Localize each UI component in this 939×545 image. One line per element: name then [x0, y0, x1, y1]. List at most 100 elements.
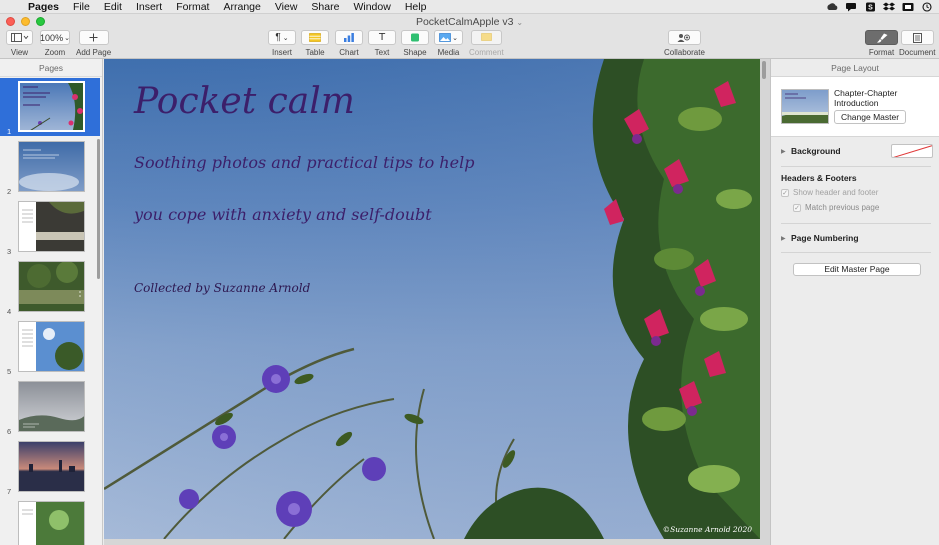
text-label: Text [374, 48, 390, 57]
zoom-dropdown[interactable]: 100% ⌄ [40, 30, 70, 45]
menu-app-name[interactable]: Pages [28, 1, 59, 13]
collaborate-people-icon [677, 34, 691, 42]
document-control[interactable]: Document [899, 30, 935, 57]
dropbox-icon[interactable] [883, 2, 895, 13]
page-numbering-label: Page Numbering [791, 233, 859, 243]
media-icon [439, 33, 451, 42]
pages-scrollbar[interactable] [97, 139, 100, 279]
paintbrush-icon [876, 33, 887, 43]
document-subtitle-line-2[interactable]: you cope with anxiety and self-doubt [134, 205, 432, 224]
background-color-well[interactable] [891, 144, 933, 158]
page-thumbnail-image [18, 81, 85, 132]
media-label: Media [437, 48, 460, 57]
menu-insert[interactable]: Insert [136, 1, 162, 13]
creative-cloud-icon[interactable] [826, 2, 838, 13]
notification-icon[interactable] [845, 2, 857, 13]
document-page[interactable]: Pocket calm Soothing photos and practica… [104, 59, 760, 539]
view-control[interactable]: View [6, 30, 33, 57]
match-previous-checkbox[interactable]: ✓ Match previous page [793, 203, 879, 212]
master-name: Chapter-Chapter Introduction [834, 88, 898, 108]
pages-sidebar: Pages 1 2 3 4 5 6 7 [0, 59, 103, 545]
chart-label: Chart [339, 48, 359, 57]
canvas-scrollbar[interactable] [762, 61, 766, 79]
media-button[interactable]: ⌄ [434, 30, 463, 45]
checkmark-icon: ✓ [781, 188, 789, 197]
page-thumbnail-image [18, 381, 85, 432]
page-thumbnail-image [18, 321, 85, 372]
disclosure-triangle-icon: ▶ [781, 235, 786, 242]
document-canvas: Pocket calm Soothing photos and practica… [104, 59, 770, 545]
menu-arrange[interactable]: Arrange [223, 1, 260, 13]
document-title-bar-text[interactable]: PocketCalmApple v3 ⌄ [0, 16, 939, 28]
menu-share[interactable]: Share [311, 1, 339, 13]
chart-button[interactable] [335, 30, 363, 45]
add-page-button[interactable] [78, 30, 109, 45]
page-thumbnail-2[interactable]: 2 [0, 138, 100, 196]
comment-button [470, 30, 502, 45]
text-button[interactable]: T [368, 30, 396, 45]
insert-button[interactable]: ¶ ⌄ [268, 30, 296, 45]
table-button[interactable] [301, 30, 329, 45]
page-numbering-disclosure[interactable]: ▶ Page Numbering [781, 233, 859, 243]
page-number: 5 [7, 367, 12, 376]
document-button[interactable] [900, 30, 934, 45]
svg-text:S: S [868, 4, 873, 11]
chevron-down-icon: ⌄ [452, 34, 458, 42]
media-control[interactable]: ⌄ Media [434, 30, 463, 57]
page-thumbnail-image [18, 141, 85, 192]
scrivener-icon[interactable]: S [864, 2, 876, 13]
window-title-bar: PocketCalmApple v3 ⌄ [0, 14, 939, 30]
page-thumbnail-8[interactable]: 8 [0, 498, 100, 545]
menu-edit[interactable]: Edit [104, 1, 122, 13]
checkmark-icon: ✓ [793, 203, 801, 212]
show-header-footer-checkbox[interactable]: ✓ Show header and footer [781, 188, 878, 197]
collaborate-label: Collaborate [664, 48, 705, 57]
document-byline[interactable]: Collected by Suzanne Arnold [134, 281, 310, 295]
page-thumbnail-3[interactable]: 3 [0, 198, 100, 256]
comment-control: Comment [469, 30, 504, 57]
edit-master-page-button[interactable]: Edit Master Page [793, 263, 921, 276]
view-button[interactable] [6, 30, 33, 45]
format-button[interactable] [865, 30, 898, 45]
page-thumbnail-1[interactable]: 1 [0, 78, 100, 136]
collaborate-control[interactable]: Collaborate [664, 30, 705, 57]
time-machine-icon[interactable] [921, 1, 933, 13]
match-previous-label: Match previous page [805, 203, 880, 212]
shape-button[interactable] [401, 30, 429, 45]
document-name: PocketCalmApple v3 [415, 16, 514, 28]
zoom-control[interactable]: 100% ⌄ Zoom [40, 30, 70, 57]
shape-icon [411, 33, 419, 42]
chevron-down-icon: ⌄ [64, 34, 70, 42]
format-control[interactable]: Format [865, 30, 898, 57]
divider [781, 166, 931, 167]
add-page-control[interactable]: Add Page [76, 30, 111, 57]
table-control[interactable]: Table [301, 30, 329, 57]
page-thumbnail-image [18, 201, 85, 252]
menu-help[interactable]: Help [405, 1, 427, 13]
menu-window[interactable]: Window [353, 1, 390, 13]
page-thumbnail-6[interactable]: 6 [0, 378, 100, 436]
page-number: 2 [7, 187, 12, 196]
insert-control[interactable]: ¶ ⌄ Insert [268, 30, 296, 57]
collaborate-button[interactable] [667, 30, 701, 45]
menu-format[interactable]: Format [176, 1, 209, 13]
background-disclosure[interactable]: ▶ Background [781, 146, 841, 156]
page-thumbnail-4[interactable]: 4 [0, 258, 100, 316]
page-thumbnail-image [18, 441, 85, 492]
document-title[interactable]: Pocket calm [134, 81, 355, 122]
text-control[interactable]: T Text [368, 30, 396, 57]
page-number: 3 [7, 247, 12, 256]
shape-control[interactable]: Shape [401, 30, 429, 57]
shape-label: Shape [403, 48, 427, 57]
plus-icon [89, 33, 98, 42]
document-subtitle-line-1[interactable]: Soothing photos and practical tips to he… [134, 153, 474, 172]
chart-control[interactable]: Chart [335, 30, 363, 57]
format-inspector: Page Layout Chapter-Chapter Introduction… [770, 59, 939, 545]
toolbar: View 100% ⌄ Zoom Add Page ¶ ⌄ Insert Tab… [0, 30, 939, 59]
page-thumbnail-5[interactable]: 5 [0, 318, 100, 376]
video-icon[interactable] [902, 2, 914, 13]
page-thumbnail-7[interactable]: 7 [0, 438, 100, 496]
menu-view[interactable]: View [275, 1, 298, 13]
menu-file[interactable]: File [73, 1, 90, 13]
change-master-button[interactable]: Change Master [834, 110, 906, 124]
